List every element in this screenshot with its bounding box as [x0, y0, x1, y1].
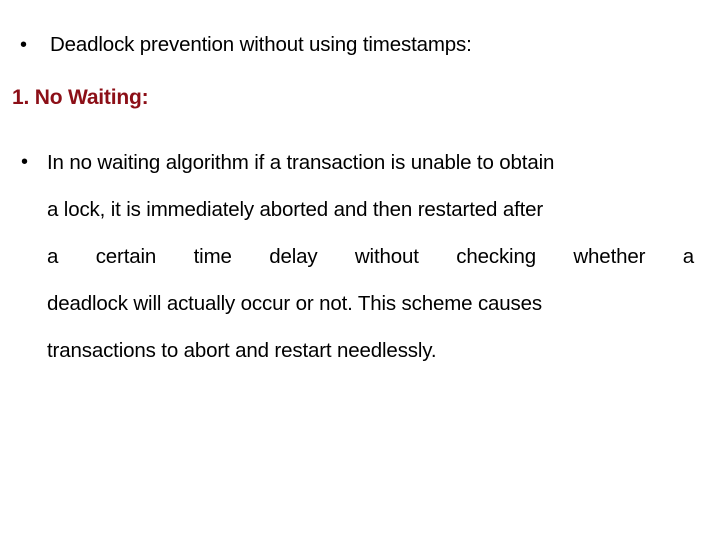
body-word: a — [47, 245, 59, 268]
body-bullet-item: • In no waiting algorithm if a transacti… — [20, 139, 696, 374]
bullet-icon: • — [21, 151, 29, 173]
body-word: without — [354, 245, 419, 268]
body-paragraph: In no waiting algorithm if a transaction… — [47, 139, 696, 374]
body-line: transactions to abort and restart needle… — [47, 339, 437, 362]
lead-bullet-text: Deadlock prevention without using timest… — [50, 33, 472, 56]
body-word: time — [193, 245, 232, 268]
body-line: deadlock will actually occur or not. Thi… — [47, 292, 542, 315]
slide-canvas: • Deadlock prevention without using time… — [0, 0, 720, 540]
section-heading: 1. No Waiting: — [12, 86, 149, 109]
body-word: delay — [269, 245, 318, 268]
lead-bullet-item: • Deadlock prevention without using time… — [20, 32, 700, 58]
body-line: In no waiting algorithm if a transaction… — [47, 151, 555, 174]
body-line: a certain time delay without checking wh… — [47, 233, 694, 280]
body-word: whether — [573, 245, 646, 268]
body-word: checking — [456, 245, 536, 268]
bullet-icon: • — [20, 34, 28, 56]
body-line: a lock, it is immediately aborted and th… — [47, 198, 544, 221]
body-word: a — [682, 245, 694, 268]
body-word: certain — [95, 245, 157, 268]
